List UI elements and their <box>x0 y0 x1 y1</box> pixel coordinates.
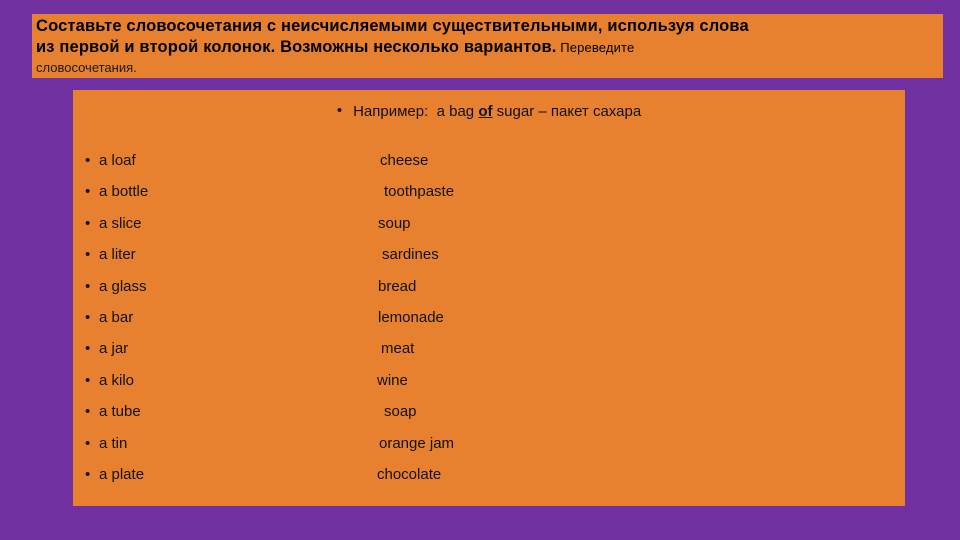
slide-canvas: Составьте словосочетания с неисчисляемым… <box>0 0 960 540</box>
column-one-item: a jar <box>99 340 129 358</box>
list-bullet-icon: • <box>85 308 91 326</box>
list-bullet-icon: • <box>85 277 91 295</box>
column-one-item: a tube <box>99 403 141 421</box>
example-line: • Например: a bag of sugar – пакет сахара <box>73 102 905 120</box>
word-pair-row: • a tube soap <box>73 403 905 434</box>
word-pair-row: • a slice soup <box>73 215 905 246</box>
example-spacer <box>428 103 436 120</box>
list-bullet-icon: • <box>85 371 91 389</box>
example-phrase-after: sugar <box>496 103 535 120</box>
header-line-2-bold: из первой и второй колонок. Возможны нес… <box>36 38 557 56</box>
column-one-item: a loaf <box>99 152 136 169</box>
list-bullet-icon: • <box>85 246 91 264</box>
header-line-2: из первой и второй колонок. Возможны нес… <box>36 37 939 58</box>
list-bullet-icon: • <box>85 152 91 169</box>
header-line-3: словосочетания. <box>36 60 137 75</box>
column-one-item: a plate <box>99 465 145 483</box>
word-pair-row: • a jar meat <box>73 340 905 371</box>
column-two-item: soup <box>378 214 411 232</box>
example-translation: пакет сахара <box>550 103 642 120</box>
header-translate-word: Переведите <box>560 40 635 55</box>
column-one-item: a bottle <box>99 183 149 201</box>
column-two-item: bread <box>378 277 417 295</box>
column-one-item: a kilo <box>99 371 135 389</box>
column-two-item: soap <box>384 403 417 421</box>
list-bullet-icon: • <box>85 403 91 421</box>
column-two-item: sardines <box>382 246 439 264</box>
word-pair-row: • a loaf cheese <box>73 152 905 183</box>
header-line-1: Составьте словосочетания с неисчисляемым… <box>36 17 749 35</box>
column-two-item: meat <box>381 340 415 358</box>
example-preposition: of <box>478 103 493 120</box>
example-bullet-icon: • <box>336 102 343 119</box>
word-pair-row: • a liter sardines <box>73 246 905 277</box>
content-panel: • Например: a bag of sugar – пакет сахара… <box>73 90 905 506</box>
example-dash: – <box>538 103 547 120</box>
column-two-item: lemonade <box>378 308 444 326</box>
column-two-item: wine <box>377 371 408 389</box>
list-bullet-icon: • <box>85 183 91 201</box>
column-one-item: a slice <box>99 214 142 232</box>
word-pair-row: • a bottle toothpaste <box>73 183 905 214</box>
example-phrase-before: a bag <box>436 103 475 120</box>
column-one-item: a liter <box>99 246 136 264</box>
column-two-item: chocolate <box>377 465 442 483</box>
column-two-item: cheese <box>380 152 429 169</box>
example-label: Например: <box>353 103 429 120</box>
word-pair-list: • a loaf cheese • a bottle toothpaste • a slice… <box>73 152 905 497</box>
column-one-item: a bar <box>99 308 134 326</box>
column-two-item: orange jam <box>379 434 455 452</box>
column-one-item: a tin <box>99 434 128 452</box>
list-bullet-icon: • <box>85 214 91 232</box>
word-pair-row: • a glass bread <box>73 278 905 309</box>
header-banner: Составьте словосочетания с неисчисляемым… <box>32 14 943 78</box>
word-pair-row: • a bar lemonade <box>73 309 905 340</box>
list-bullet-icon: • <box>85 465 91 483</box>
word-pair-row: • a kilo wine <box>73 372 905 403</box>
column-two-item: toothpaste <box>384 183 455 201</box>
word-pair-row: • a plate chocolate <box>73 466 905 497</box>
column-one-item: a glass <box>99 277 147 295</box>
word-pair-row: • a tin orange jam <box>73 435 905 466</box>
list-bullet-icon: • <box>85 434 91 452</box>
list-bullet-icon: • <box>85 340 91 358</box>
